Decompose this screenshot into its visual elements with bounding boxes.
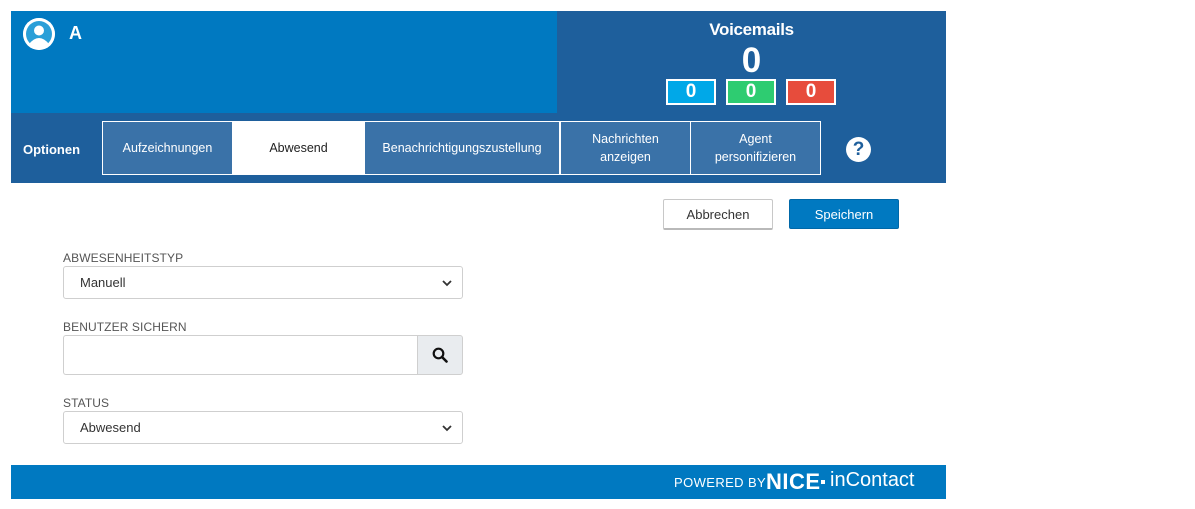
tab-aufzeichnungen[interactable]: Aufzeichnungen: [102, 121, 233, 175]
nice-logo: NICE: [766, 469, 821, 494]
absence-type-select[interactable]: Manuell: [63, 266, 463, 299]
save-button[interactable]: Speichern: [789, 199, 899, 229]
options-nav: Optionen Aufzeichnungen Abwesend Benachr…: [11, 113, 946, 183]
tab-label: Nachrichten anzeigen: [592, 132, 659, 164]
absence-type-label: ABWESENHEITSTYP: [63, 251, 184, 265]
nav-label: Optionen: [23, 142, 81, 157]
user-header: A: [11, 11, 557, 113]
tab-label: Abwesend: [269, 141, 328, 155]
voicemail-badge-blue[interactable]: 0: [666, 79, 716, 105]
user-avatar-icon: [23, 18, 55, 50]
tab-nachrichten-anzeigen[interactable]: Nachrichten anzeigen: [560, 121, 691, 175]
chevron-down-icon: [442, 280, 452, 287]
user-name: A: [69, 23, 82, 43]
tab-benachrichtigungszustellung[interactable]: Benachrichtigungszustellung: [364, 121, 560, 175]
status-select[interactable]: Abwesend: [63, 411, 463, 444]
tab-label: Benachrichtigungszustellung: [382, 141, 542, 155]
status-value: Abwesend: [80, 420, 141, 435]
voicemail-panel: Voicemails 0 0 0 0: [557, 11, 946, 113]
search-icon: [432, 347, 448, 363]
voicemail-badge-green[interactable]: 0: [726, 79, 776, 105]
search-button[interactable]: [417, 335, 463, 375]
incontact-logo: inContact: [830, 469, 915, 491]
voicemail-badge-red[interactable]: 0: [786, 79, 836, 105]
tab-label: Aufzeichnungen: [122, 141, 213, 155]
footer: POWERED BY NICE inContact: [11, 465, 946, 499]
help-icon[interactable]: ?: [846, 137, 871, 162]
voicemails-title: Voicemails: [709, 20, 794, 39]
backup-user-label: BENUTZER SICHERN: [63, 320, 187, 334]
absence-type-value: Manuell: [80, 275, 126, 290]
tab-label: Agent personifizieren: [714, 132, 797, 164]
powered-by-text: POWERED BY: [674, 475, 767, 490]
app-container: A Voicemails 0 0 0 0 Optionen Aufzeichnu…: [11, 11, 946, 499]
tab-abwesend[interactable]: Abwesend: [232, 121, 365, 175]
chevron-down-icon: [442, 425, 452, 432]
status-label: STATUS: [63, 396, 110, 410]
backup-user-input[interactable]: [63, 335, 418, 375]
voicemails-total: 0: [741, 41, 762, 80]
cancel-button[interactable]: Abbrechen: [663, 199, 773, 230]
tab-agent-personifizieren[interactable]: Agent personifizieren: [690, 121, 821, 175]
logo-separator: [821, 480, 825, 484]
